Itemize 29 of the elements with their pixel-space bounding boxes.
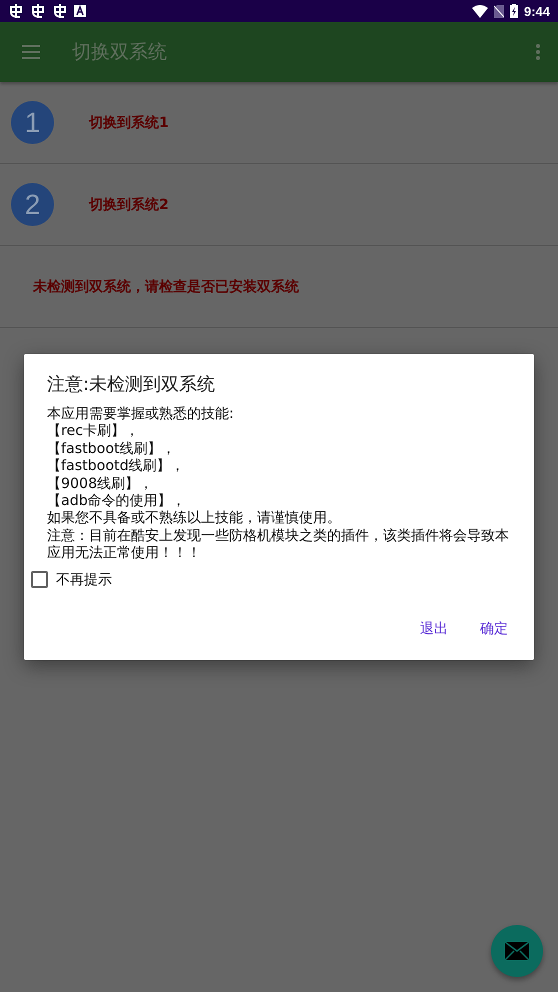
notification-icon xyxy=(8,3,24,19)
mail-fab[interactable] xyxy=(491,925,543,977)
no-sim-icon xyxy=(494,4,504,18)
message-line: 【fastbootd线刷】， xyxy=(47,458,186,476)
message-line: 【fastboot线刷】， xyxy=(47,440,177,458)
more-options-icon[interactable] xyxy=(536,44,540,60)
message-line: 如果您不具备或不熟练以上技能，请谨慎使用。 xyxy=(47,510,342,528)
battery-charging-icon xyxy=(510,4,518,18)
menu-icon[interactable] xyxy=(22,45,40,59)
checkbox-label[interactable]: 不再提示 xyxy=(56,570,112,589)
message-line: 【9008线刷】， xyxy=(47,476,154,493)
wifi-icon xyxy=(472,4,488,18)
mail-icon xyxy=(505,942,529,960)
status-time: 9:44 xyxy=(524,4,550,18)
notice-text: 未检测到双系统，请检查是否已安装双系统 xyxy=(33,278,299,296)
message-line: 本应用需要掌握或熟悉的技能: xyxy=(47,406,235,423)
message-line: 【adb命令的使用】， xyxy=(47,493,187,510)
dialog-title: 注意:未检测到双系统 xyxy=(46,373,216,396)
checkbox[interactable] xyxy=(31,571,48,588)
notification-icon xyxy=(52,3,68,19)
app-title: 切换双系统 xyxy=(72,40,167,65)
message-line: 注意：目前在酷安上发现一些防格机模块之类的插件，该类插件将会导致本应用无法正常使用！！！ xyxy=(47,528,510,563)
number-circle: 2 xyxy=(11,183,54,226)
notification-icon xyxy=(74,5,86,17)
notification-icon xyxy=(30,3,46,19)
dialog-button[interactable]: 退出 xyxy=(408,612,460,646)
message-line: 【rec卡刷】， xyxy=(47,423,140,441)
dialog-button[interactable]: 确定 xyxy=(468,612,520,646)
number-circle: 1 xyxy=(11,101,54,144)
